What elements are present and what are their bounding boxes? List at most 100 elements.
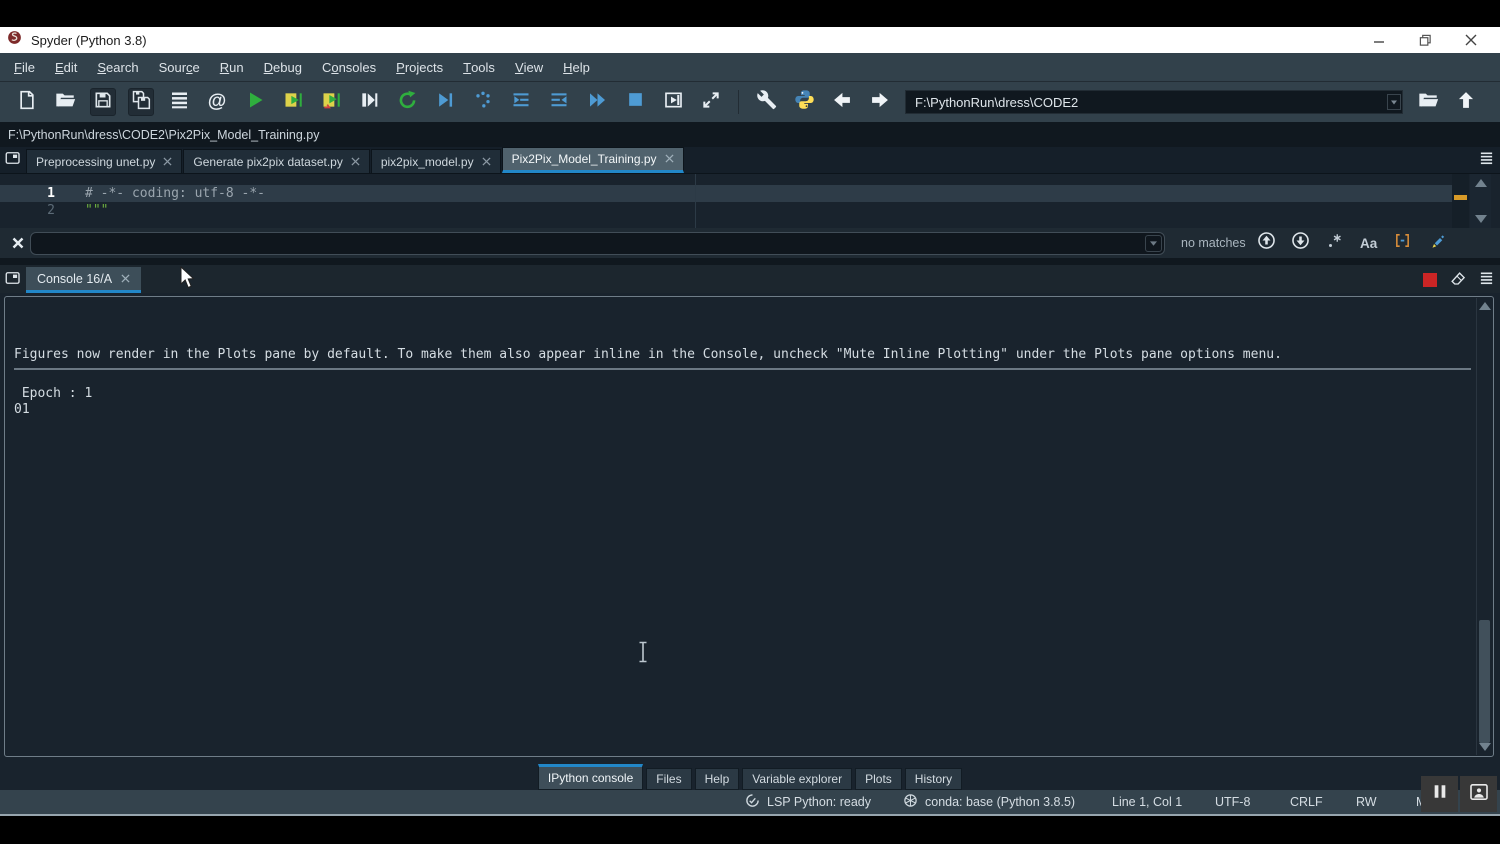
tab-close-icon[interactable] [121, 272, 130, 286]
close-button[interactable] [1448, 28, 1494, 52]
debug-step-return-button[interactable] [546, 88, 572, 116]
panel-tab-variable-explorer[interactable]: Variable explorer [742, 768, 852, 790]
pythonpath-button[interactable] [791, 88, 817, 116]
eol-label: CRLF [1290, 795, 1323, 809]
scroll-down-icon[interactable] [1479, 743, 1491, 751]
restore-button[interactable] [1402, 28, 1448, 52]
title-bar: Spyder (Python 3.8) [0, 27, 1500, 53]
browse-console-tabs-button[interactable] [0, 267, 26, 293]
console-options-button[interactable] [1472, 267, 1500, 293]
menu-item-search[interactable]: Search [87, 53, 148, 82]
rerun-last-button[interactable] [394, 88, 420, 116]
console-tab-bar: Console 16/A [0, 265, 1500, 293]
picture-in-picture-button[interactable] [1460, 776, 1497, 812]
file-path-row: F:\PythonRun\dress\CODE2\Pix2Pix_Model_T… [0, 122, 1500, 147]
console-tab[interactable]: Console 16/A [26, 267, 141, 293]
menu-item-view[interactable]: View [505, 53, 553, 82]
regex-toggle-button[interactable] [1322, 230, 1348, 256]
find-symbols-button[interactable]: @ [204, 88, 230, 116]
stop-square-icon [1423, 273, 1437, 287]
editor-tab-preprocessing-unet[interactable]: Preprocessing unet.py [26, 149, 182, 173]
save-button[interactable] [90, 88, 116, 116]
console-output-area[interactable]: Figures now render in the Plots pane by … [4, 296, 1494, 757]
editor-tab-pix2pix-model-training[interactable]: Pix2Pix_Model_Training.py [502, 147, 684, 173]
debug-step-into-button[interactable] [508, 88, 534, 116]
panel-tab-ipython-console[interactable]: IPython console [538, 764, 643, 790]
eol-status: CRLF [1290, 790, 1323, 814]
scroll-up-icon[interactable] [1475, 179, 1487, 187]
code-editor[interactable]: 1 # -*- coding: utf-8 -*- 2 """ [0, 173, 1500, 228]
menu-item-file[interactable]: File [4, 53, 45, 82]
picture-in-picture-icon [1470, 784, 1488, 805]
console-scrollbar[interactable] [1476, 298, 1492, 755]
tab-close-icon[interactable] [482, 155, 491, 169]
menu-item-run[interactable]: Run [210, 53, 254, 82]
working-directory-input[interactable] [905, 90, 1403, 114]
new-file-icon [17, 89, 37, 116]
highlight-matches-button[interactable] [1424, 230, 1450, 256]
file-switcher-button[interactable] [166, 88, 192, 116]
whole-word-toggle-button[interactable] [1390, 230, 1416, 256]
menu-item-edit[interactable]: Edit [45, 53, 87, 82]
editor-scrollbar[interactable] [1470, 174, 1491, 228]
panel-tab-history[interactable]: History [905, 768, 962, 790]
panel-tab-files[interactable]: Files [646, 768, 691, 790]
run-selection-button[interactable] [356, 88, 382, 116]
menu-item-help[interactable]: Help [553, 53, 600, 82]
browse-tabs-icon [3, 149, 23, 172]
lsp-status-label: LSP Python: ready [767, 795, 871, 809]
menu-item-projects[interactable]: Projects [386, 53, 453, 82]
back-arrow-icon [831, 90, 853, 115]
browse-directory-button[interactable] [1415, 88, 1441, 116]
run-cell-advance-button[interactable] [318, 88, 344, 116]
browse-tabs-button[interactable] [0, 147, 26, 173]
panel-tab-plots[interactable]: Plots [855, 768, 902, 790]
up-arrow-icon [1456, 89, 1476, 116]
parent-directory-button[interactable] [1453, 88, 1479, 116]
save-all-button[interactable] [128, 88, 154, 116]
find-input[interactable] [30, 232, 1165, 255]
find-next-button[interactable] [1288, 230, 1314, 256]
tab-close-icon[interactable] [351, 155, 360, 169]
panel-tab-help[interactable]: Help [695, 768, 740, 790]
menu-item-consoles[interactable]: Consoles [312, 53, 386, 82]
tab-close-icon[interactable] [163, 155, 172, 169]
run-file-button[interactable] [242, 88, 268, 116]
new-file-button[interactable] [14, 88, 40, 116]
pause-button[interactable] [1421, 776, 1458, 812]
navigate-back-button[interactable] [829, 88, 855, 116]
find-previous-button[interactable] [1254, 230, 1280, 256]
menu-item-source[interactable]: Source [149, 53, 210, 82]
navigate-forward-button[interactable] [867, 88, 893, 116]
scrollbar-thumb[interactable] [1479, 620, 1490, 743]
open-file-button[interactable] [52, 88, 78, 116]
preferences-button[interactable] [753, 88, 779, 116]
interrupt-kernel-button[interactable] [1416, 267, 1444, 293]
debug-file-button[interactable] [432, 88, 458, 116]
open-folder-icon [54, 89, 77, 116]
tab-close-icon[interactable] [665, 152, 674, 166]
stop-debug-button[interactable] [622, 88, 648, 116]
scroll-up-icon[interactable] [1479, 302, 1491, 310]
editor-options-button[interactable] [1472, 147, 1500, 173]
run-cell-button[interactable] [280, 88, 306, 116]
menu-item-tools[interactable]: Tools [453, 53, 505, 82]
editor-tab-generate-pix2pix-dataset[interactable]: Generate pix2pix dataset.py [183, 149, 369, 173]
fullscreen-button[interactable] [698, 88, 724, 116]
debug-step-button[interactable] [470, 88, 496, 116]
conda-icon [903, 793, 918, 811]
find-close-button[interactable] [6, 231, 30, 255]
scroll-down-icon[interactable] [1475, 215, 1487, 223]
debug-continue-button[interactable] [584, 88, 610, 116]
editor-tab-pix2pix-model[interactable]: pix2pix_model.py [371, 149, 501, 173]
working-directory-dropdown-icon[interactable] [1387, 94, 1401, 115]
maximize-pane-button[interactable] [660, 88, 686, 116]
cursor-position-status: Line 1, Col 1 [1112, 790, 1182, 814]
remove-variables-button[interactable] [1444, 267, 1472, 293]
console-output-line: 01 [14, 402, 1473, 418]
minimize-button[interactable] [1356, 28, 1402, 52]
find-history-dropdown-icon[interactable] [1145, 235, 1162, 252]
menu-item-debug[interactable]: Debug [254, 53, 312, 82]
hamburger-icon [1478, 150, 1495, 170]
case-sensitive-toggle-button[interactable]: Aa [1356, 230, 1382, 256]
